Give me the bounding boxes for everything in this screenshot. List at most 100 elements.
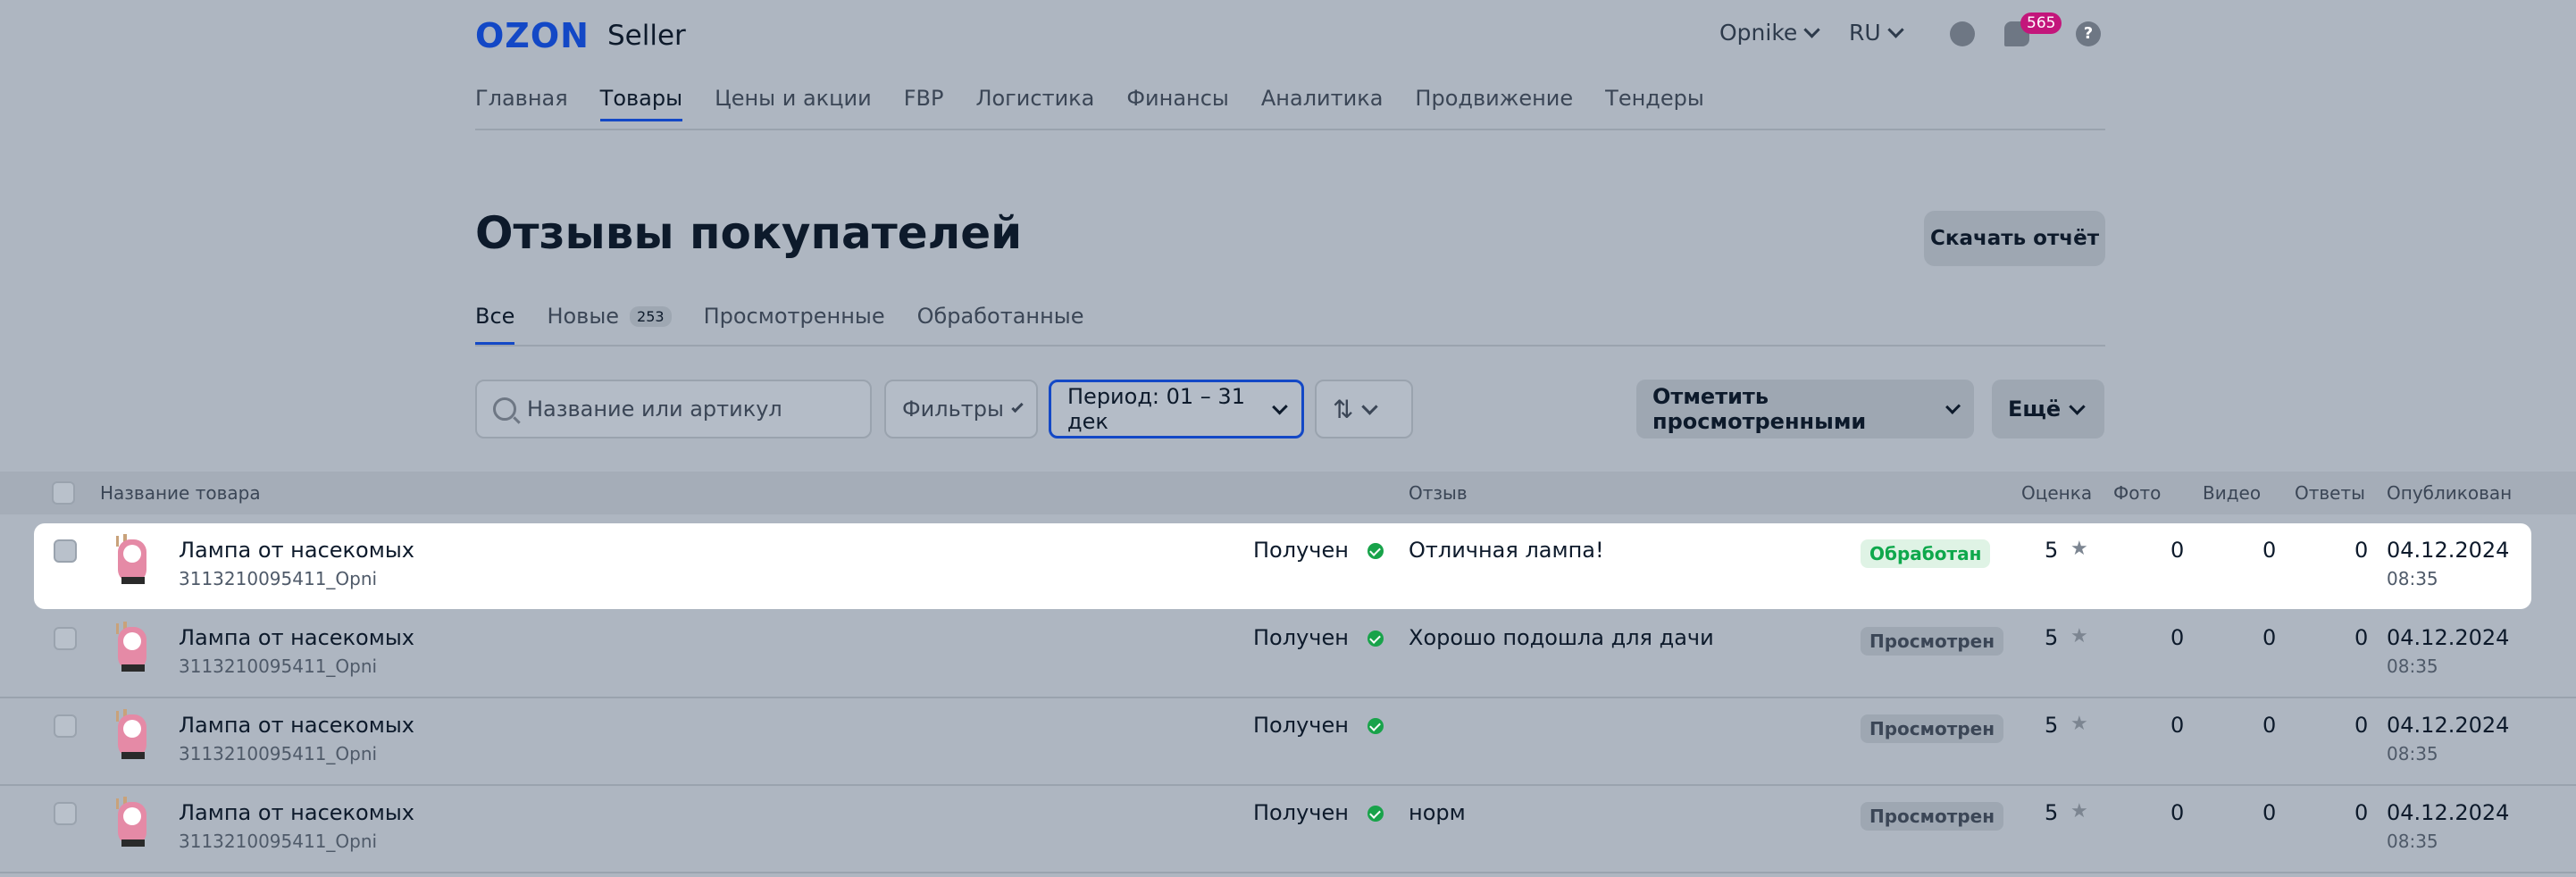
review-text[interactable]: норм (1409, 800, 1466, 825)
published-time: 08:35 (2387, 656, 2438, 677)
seller-logo-text: Seller (607, 20, 686, 52)
select-all-checkbox[interactable] (52, 481, 75, 505)
tab-processed[interactable]: Обработанные (917, 304, 1084, 345)
product-thumbnail[interactable] (105, 532, 150, 586)
photo-count: 0 (2170, 800, 2185, 825)
product-name[interactable]: Лампа от насекомых (179, 713, 414, 738)
language-label: RU (1849, 20, 1881, 46)
video-count: 0 (2262, 625, 2277, 650)
published-time: 08:35 (2387, 743, 2438, 764)
rating-value: 5 (2045, 538, 2059, 563)
col-photo[interactable]: Фото (2113, 482, 2161, 504)
sort-button[interactable]: ⇅ (1315, 380, 1413, 438)
star-icon: ★ (2070, 713, 2088, 735)
published-date: 04.12.2024 (2387, 538, 2510, 563)
order-status: Получен (1253, 625, 1349, 650)
rating-value: 5 (2045, 800, 2059, 825)
review-state-badge: Обработан (1861, 539, 1991, 568)
more-button[interactable]: Ещё (1992, 380, 2104, 438)
video-count: 0 (2262, 713, 2277, 738)
product-sku: 3113210095411_Opni (179, 743, 378, 764)
nav-item-promotion[interactable]: Продвижение (1415, 86, 1573, 121)
review-state-badge: Просмотрен (1861, 802, 2004, 831)
row-checkbox[interactable] (54, 714, 77, 738)
account-selector[interactable]: Opnike (1719, 20, 1821, 46)
table-row[interactable]: Лампа от насекомых 3113210095411_Opni По… (0, 698, 2576, 784)
product-name[interactable]: Лампа от насекомых (179, 800, 414, 825)
language-selector[interactable]: RU (1849, 20, 1904, 46)
tab-new-label: Новые (547, 304, 620, 329)
mark-viewed-label: Отметить просмотренными (1652, 384, 1867, 434)
search-input[interactable]: Название или артикул (475, 380, 872, 438)
download-report-button[interactable]: Скачать отчёт (1924, 211, 2105, 266)
tab-all[interactable]: Все (475, 304, 515, 345)
ozon-logo[interactable]: OZON (475, 16, 590, 55)
nav-item-prices[interactable]: Цены и акции (715, 86, 872, 121)
tab-new-count: 253 (630, 305, 672, 327)
star-icon: ★ (2070, 538, 2088, 560)
profile-icon[interactable] (1950, 21, 1975, 46)
row-checkbox[interactable] (54, 802, 77, 825)
chevron-down-icon (1361, 397, 1379, 415)
nav-item-products[interactable]: Товары (599, 86, 683, 121)
help-icon[interactable]: ? (2076, 21, 2101, 46)
row-checkbox[interactable] (54, 627, 77, 650)
video-count: 0 (2262, 538, 2277, 563)
mark-viewed-button[interactable]: Отметить просмотренными (1636, 380, 1974, 438)
account-name: Opnike (1719, 20, 1798, 46)
filters-button[interactable]: Фильтры (884, 380, 1038, 438)
product-name[interactable]: Лампа от насекомых (179, 625, 414, 650)
product-name[interactable]: Лампа от насекомых (179, 538, 414, 563)
chevron-down-icon (2069, 397, 2086, 415)
col-video[interactable]: Видео (2203, 482, 2261, 504)
nav-item-analytics[interactable]: Аналитика (1261, 86, 1384, 121)
review-text[interactable]: Хорошо подошла для дачи (1409, 625, 1714, 650)
search-placeholder: Название или артикул (527, 397, 782, 422)
answers-count: 0 (2354, 625, 2369, 650)
filters-label: Фильтры (902, 397, 1004, 422)
period-selector[interactable]: Период: 01 – 31 дек (1049, 380, 1304, 438)
page-title: Отзывы покупателей (475, 207, 1023, 259)
nav-item-logistics[interactable]: Логистика (975, 86, 1094, 121)
nav-item-home[interactable]: Главная (475, 86, 568, 121)
chevron-down-icon (1945, 398, 1961, 414)
review-text[interactable]: Отличная лампа! (1409, 538, 1604, 563)
product-thumbnail[interactable] (105, 620, 150, 673)
check-circle-icon (1367, 631, 1384, 647)
col-published[interactable]: Опубликован (2387, 482, 2512, 504)
product-thumbnail[interactable] (105, 795, 150, 848)
table-row[interactable]: Лампа от насекомых 3113210095411_Opni По… (0, 611, 2576, 697)
tab-viewed[interactable]: Просмотренные (704, 304, 885, 345)
col-answers[interactable]: Ответы (2295, 482, 2365, 504)
review-tabs: Все Новые 253 Просмотренные Обработанные (475, 304, 1084, 345)
photo-count: 0 (2170, 538, 2185, 563)
table-row[interactable]: Лампа от насекомых 3113210095411_Opni По… (0, 786, 2576, 872)
rating-value: 5 (2045, 625, 2059, 650)
table-row[interactable]: Лампа от насекомых 3113210095411_Opni По… (34, 523, 2531, 609)
answers-count: 0 (2354, 538, 2369, 563)
chevron-down-icon (1272, 398, 1288, 414)
nav-item-finance[interactable]: Финансы (1126, 86, 1229, 121)
search-icon (493, 397, 516, 421)
published-time: 08:35 (2387, 568, 2438, 589)
published-time: 08:35 (2387, 831, 2438, 852)
col-rating[interactable]: Оценка (2021, 482, 2092, 504)
check-circle-icon (1367, 543, 1384, 559)
product-sku: 3113210095411_Opni (179, 831, 378, 852)
col-product[interactable]: Название товара (100, 482, 261, 504)
review-state-badge: Просмотрен (1861, 714, 2004, 743)
messages-badge: 565 (2020, 13, 2062, 34)
star-icon: ★ (2070, 625, 2088, 647)
nav-item-tenders[interactable]: Тендеры (1605, 86, 1704, 121)
nav-item-fbp[interactable]: FBP (904, 86, 944, 121)
main-nav: Главная Товары Цены и акции FBP Логистик… (475, 86, 1704, 121)
nav-divider (475, 129, 2105, 130)
order-status: Получен (1253, 800, 1349, 825)
product-thumbnail[interactable] (105, 707, 150, 761)
review-state-badge: Просмотрен (1861, 627, 2004, 656)
chevron-down-icon (1886, 21, 1904, 38)
row-checkbox[interactable] (54, 539, 77, 563)
table-header: Название товара Отзыв Оценка Фото Видео … (0, 472, 2576, 514)
answers-count: 0 (2354, 713, 2369, 738)
tab-new[interactable]: Новые 253 (547, 304, 672, 345)
